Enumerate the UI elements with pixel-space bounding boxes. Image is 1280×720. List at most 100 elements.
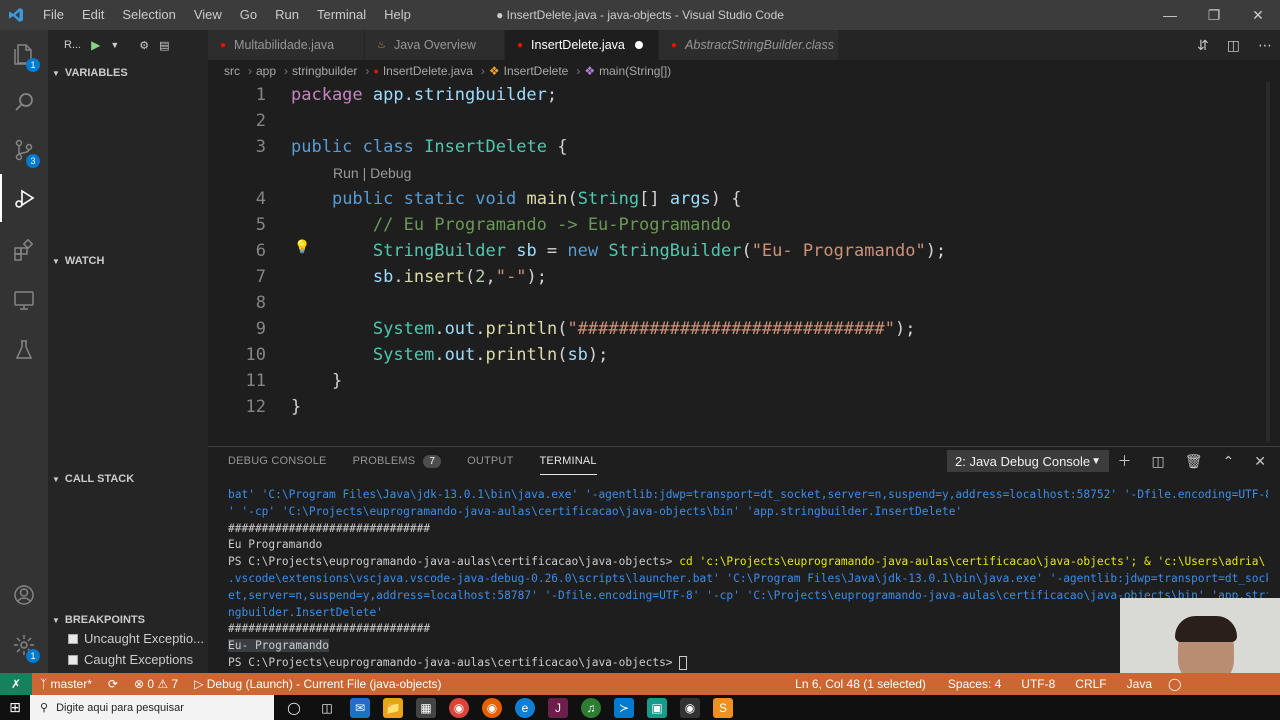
checkbox[interactable]	[68, 654, 78, 665]
testing-icon[interactable]	[0, 326, 48, 374]
encoding[interactable]: UTF-8	[1009, 677, 1067, 691]
menu-terminal[interactable]: Terminal	[308, 0, 375, 30]
tab-multabilidade[interactable]: ● Multabilidade.java	[208, 30, 365, 60]
menu-edit[interactable]: Edit	[73, 0, 113, 30]
branch-indicator[interactable]: ᛉ master*	[32, 677, 100, 691]
edge-icon[interactable]: e	[515, 697, 535, 718]
notifications-icon[interactable]: ◯	[1160, 677, 1280, 691]
tab-terminal[interactable]: TERMINAL	[539, 447, 597, 475]
call-stack-section-header[interactable]: ▼ CALL STACK	[48, 468, 208, 490]
obs-icon[interactable]: ◉	[680, 697, 700, 718]
terminal-select-dropdown[interactable]: 2: Java Debug Console ▼	[947, 450, 1109, 472]
search-icon[interactable]	[0, 78, 48, 126]
close-panel-icon[interactable]: ✕	[1254, 453, 1266, 470]
close-icon[interactable]: ✕	[1236, 0, 1280, 30]
tab-java-overview[interactable]: ♨ Java Overview	[365, 30, 505, 60]
debug-launch-indicator[interactable]: ▷ Debug (Launch) - Current File (java-ob…	[186, 677, 449, 691]
config-dropdown-icon[interactable]: ▼	[110, 40, 119, 50]
taskbar-search-input[interactable]: ⚲ Digite aqui para pesquisar	[30, 695, 274, 720]
code-line-5: 5 // Eu Programando -> Eu-Programando	[208, 212, 1268, 238]
chrome-icon[interactable]: ◉	[449, 697, 469, 718]
field: out	[444, 319, 476, 339]
punctuation: ,	[485, 267, 496, 287]
open-debug-console-icon[interactable]: ▤	[159, 39, 169, 52]
minimize-icon[interactable]: —	[1148, 0, 1192, 30]
editor-scrollbar[interactable]	[1266, 82, 1270, 442]
explorer-icon[interactable]: 1	[0, 30, 48, 78]
intellij-icon[interactable]: J	[548, 697, 568, 718]
warning-count: 7	[171, 677, 179, 691]
source-control-icon[interactable]: 3	[0, 126, 48, 174]
breadcrumb-app[interactable]: app	[256, 64, 276, 78]
trash-icon[interactable]: 🗑	[1185, 453, 1203, 470]
account-icon[interactable]	[0, 571, 48, 619]
breadcrumb-method[interactable]: main(String[])	[599, 64, 671, 78]
firefox-icon[interactable]: ◉	[482, 697, 502, 718]
task-view-icon[interactable]: ◫	[317, 698, 337, 718]
split-editor-icon[interactable]: ◫	[1227, 37, 1240, 54]
taskbar-apps: ◯ ◫ ✉ 📁 ▦ ◉ ◉ e J ♫ ≻ ▣ ◉ S	[274, 697, 733, 718]
tab-debug-console[interactable]: DEBUG CONSOLE	[228, 447, 327, 475]
breadcrumb-class[interactable]: InsertDelete	[504, 64, 569, 78]
menu-view[interactable]: View	[185, 0, 231, 30]
end-of-line[interactable]: CRLF	[1067, 677, 1114, 691]
more-actions-icon[interactable]: ⋯	[1258, 37, 1272, 54]
string-literal: "##############################"	[567, 319, 895, 339]
menu-run[interactable]: Run	[266, 0, 308, 30]
status-bar: ✗ ᛉ master* ⟳ ⊗ 0 ⚠ 7 ▷ Debug (Launch) -…	[0, 673, 1280, 695]
variable: sb	[567, 345, 588, 365]
tab-insert-delete[interactable]: ● InsertDelete.java	[505, 30, 659, 60]
cursor-position[interactable]: Ln 6, Col 48 (1 selected)	[787, 677, 940, 691]
spotify-icon[interactable]: ♫	[581, 697, 601, 718]
open-changes-icon[interactable]: ⇵	[1197, 37, 1209, 54]
breadcrumb-src[interactable]: src	[224, 64, 240, 78]
windows-start-icon[interactable]: ⊞	[0, 699, 30, 716]
tab-output[interactable]: OUTPUT	[467, 447, 513, 475]
menu-file[interactable]: File	[34, 0, 73, 30]
watch-section-header[interactable]: ▼ WATCH	[48, 250, 208, 272]
breakpoints-section-header[interactable]: ▼ BREAKPOINTS	[48, 609, 208, 631]
maximize-panel-icon[interactable]: ⌃	[1223, 453, 1235, 470]
vscode-taskbar-icon[interactable]: ≻	[614, 697, 634, 718]
start-debugging-icon[interactable]: ▶	[91, 38, 100, 52]
maximize-icon[interactable]: ❐	[1192, 0, 1236, 30]
store-icon[interactable]: ▦	[416, 697, 436, 718]
chevron-down-icon: ▼	[52, 474, 60, 484]
keyword: void	[475, 189, 517, 209]
breadcrumb-file[interactable]: InsertDelete.java	[383, 64, 473, 78]
breakpoint-uncaught-exceptions[interactable]: Uncaught Exceptio...	[68, 631, 204, 646]
language-mode[interactable]: Java	[1115, 677, 1160, 691]
sync-icon[interactable]: ⟳	[100, 677, 126, 691]
file-explorer-icon[interactable]: 📁	[383, 697, 403, 718]
parameter: args	[669, 189, 711, 209]
mail-icon[interactable]: ✉	[350, 697, 370, 718]
run-config-label[interactable]: R...	[64, 39, 81, 51]
breadcrumb-stringbuilder[interactable]: stringbuilder	[292, 64, 357, 78]
cortana-icon[interactable]: ◯	[284, 698, 304, 718]
code-editor[interactable]: 1 package app.stringbuilder; 2 3 public …	[208, 82, 1280, 442]
terminal-output[interactable]: bat' 'C:\Program Files\Java\jdk-13.0.1\b…	[228, 487, 1268, 672]
unsaved-dot-icon[interactable]	[634, 41, 643, 49]
menu-selection[interactable]: Selection	[113, 0, 184, 30]
extensions-icon[interactable]	[0, 226, 48, 274]
codelens-run-debug[interactable]: Run | Debug	[333, 165, 411, 181]
keyword: new	[567, 241, 599, 261]
app-icon[interactable]: ▣	[647, 697, 667, 718]
problems-indicator[interactable]: ⊗ 0 ⚠ 7	[126, 677, 186, 691]
variables-section-header[interactable]: ▼ VARIABLES	[48, 62, 208, 84]
menu-help[interactable]: Help	[375, 0, 420, 30]
tab-problems[interactable]: PROBLEMS 7	[353, 447, 442, 475]
run-debug-icon[interactable]	[0, 174, 48, 222]
breakpoint-caught-exceptions[interactable]: Caught Exceptions	[68, 652, 193, 667]
debug-settings-gear-icon[interactable]: ⚙	[139, 39, 149, 52]
remote-icon[interactable]: ✗	[0, 673, 32, 695]
menu-go[interactable]: Go	[231, 0, 266, 30]
tab-abstract-string-builder[interactable]: ● AbstractStringBuilder.class	[659, 30, 839, 60]
sublime-icon[interactable]: S	[713, 697, 733, 718]
split-terminal-icon[interactable]: ◫	[1152, 453, 1165, 470]
indentation[interactable]: Spaces: 4	[940, 677, 1009, 691]
settings-gear-icon[interactable]: 1	[0, 621, 48, 669]
new-terminal-icon[interactable]: ＋	[1118, 451, 1132, 471]
remote-explorer-icon[interactable]	[0, 276, 48, 324]
checkbox[interactable]	[68, 633, 78, 644]
